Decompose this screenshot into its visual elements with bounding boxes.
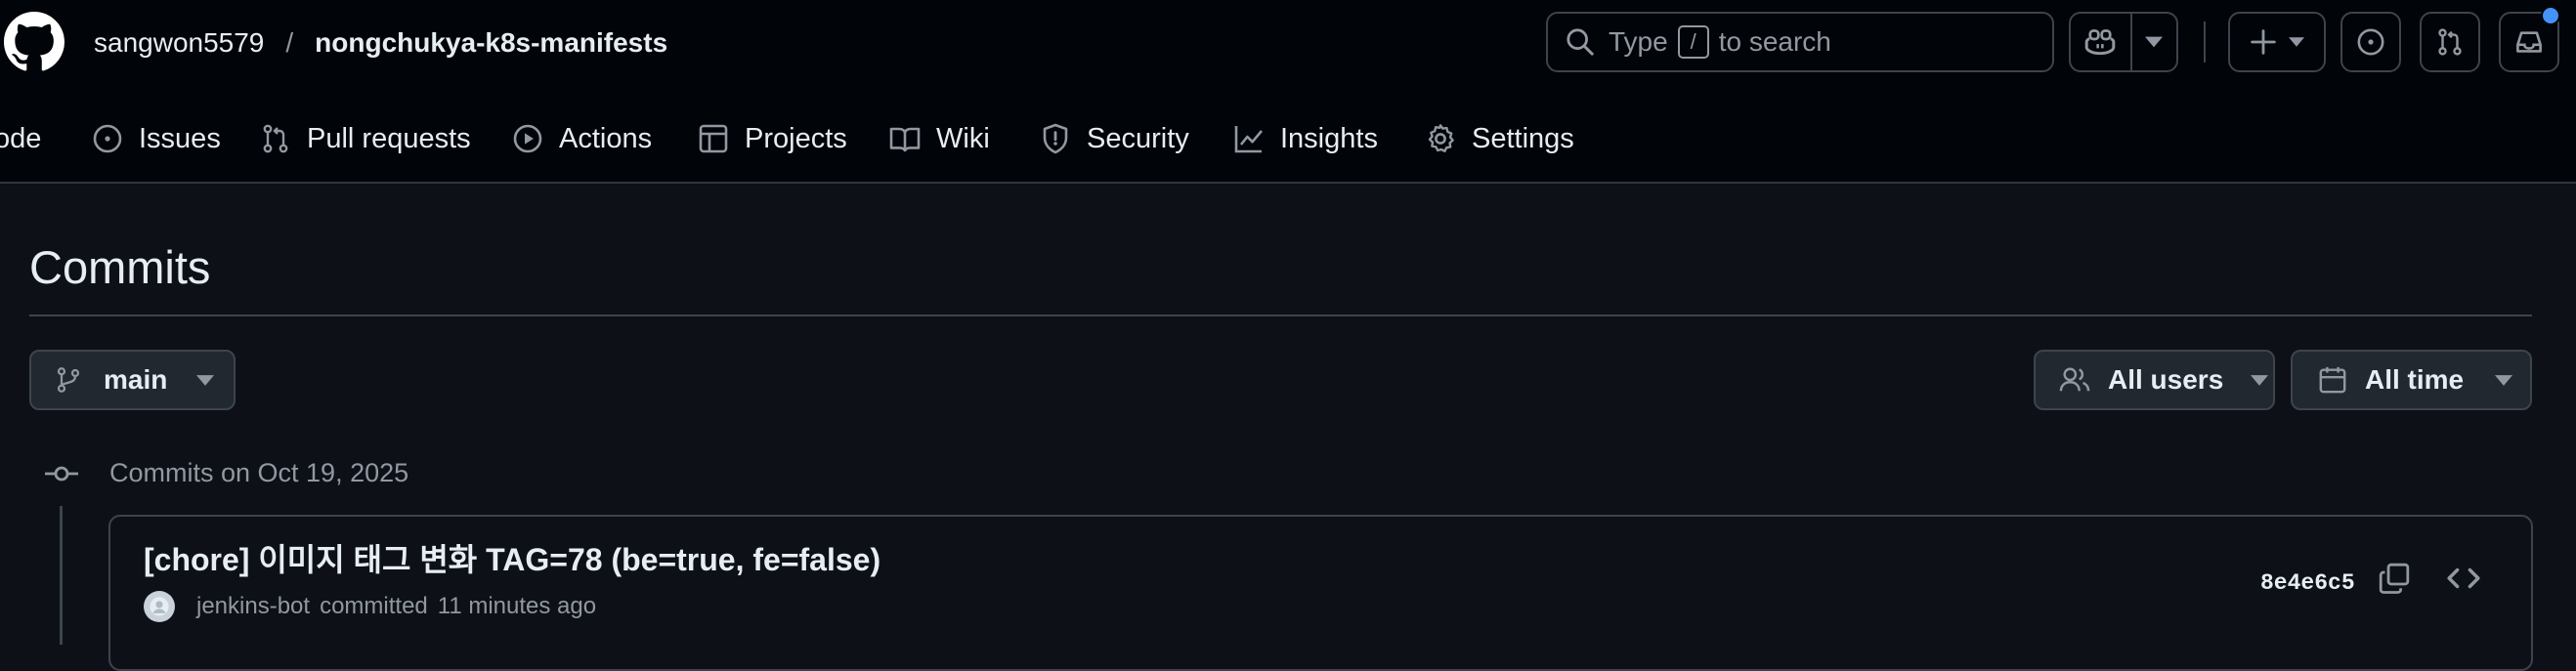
people-icon: [2059, 365, 2090, 395]
tab-pull-requests[interactable]: Pull requests: [260, 115, 471, 162]
repo-link[interactable]: nongchukya-k8s-manifests: [315, 27, 667, 59]
shield-icon: [1040, 123, 1071, 154]
users-filter-label: All users: [2108, 364, 2224, 395]
tab-settings[interactable]: Settings: [1425, 115, 1574, 162]
commit-icon: [45, 461, 78, 486]
header-divider: [2204, 21, 2206, 63]
git-branch-icon: [55, 366, 82, 394]
tab-code[interactable]: ode: [0, 115, 41, 162]
chevron-down-icon: [2495, 374, 2513, 386]
breadcrumb: sangwon5579 / nongchukya-k8s-manifests: [94, 21, 667, 64]
tab-label: ode: [0, 122, 42, 154]
graph-icon: [1233, 123, 1265, 154]
tab-label: Security: [1087, 122, 1189, 154]
github-logo-icon[interactable]: [4, 12, 64, 72]
search-shortcut-key: /: [1677, 25, 1709, 59]
pull-request-icon: [260, 123, 291, 154]
time-filter-label: All time: [2365, 364, 2465, 395]
repo-header: sangwon5579 / nongchukya-k8s-manifests T…: [0, 0, 2576, 184]
breadcrumb-separator: /: [285, 27, 294, 58]
commit-author[interactable]: jenkins-bot: [196, 593, 310, 620]
inbox-icon: [2514, 27, 2544, 57]
search-placeholder-suffix: to search: [1718, 26, 1831, 57]
calendar-icon: [2318, 365, 2347, 395]
commit-meta: jenkins-bot committed 11 minutes ago: [144, 587, 596, 626]
copy-icon[interactable]: [2378, 562, 2411, 595]
table-icon: [698, 123, 729, 154]
branch-name: main: [104, 364, 168, 395]
commit-message[interactable]: [chore] 이미지 태그 변화 TAG=78 (be=true, fe=fa…: [144, 538, 880, 581]
play-icon: [512, 123, 543, 154]
chevron-down-icon: [2251, 374, 2269, 386]
title-divider: [29, 315, 2532, 316]
pull-requests-button[interactable]: [2420, 12, 2480, 72]
commit-list-item: [chore] 이미지 태그 변화 TAG=78 (be=true, fe=fa…: [108, 515, 2533, 671]
issue-icon: [92, 123, 123, 154]
browse-code-icon[interactable]: [2446, 562, 2481, 595]
chevron-down-icon: [196, 374, 215, 386]
tab-label: Projects: [745, 122, 847, 154]
tab-label: Settings: [1472, 122, 1574, 154]
book-icon: [889, 123, 921, 154]
search-input[interactable]: Type / to search: [1546, 12, 2054, 72]
tab-label: Issues: [139, 122, 221, 154]
chevron-down-icon: [2289, 37, 2304, 47]
commit-sha[interactable]: 8e4e6c5: [2260, 567, 2355, 599]
commit-group-heading: Commits on Oct 19, 2025: [109, 458, 409, 487]
gear-icon: [1425, 123, 1456, 154]
notification-dot: [2541, 6, 2560, 25]
chevron-down-icon[interactable]: [2132, 14, 2176, 70]
tab-label: Insights: [1280, 122, 1378, 154]
create-new-button[interactable]: [2228, 12, 2326, 72]
tab-label: Pull requests: [307, 122, 471, 154]
tab-projects[interactable]: Projects: [698, 115, 847, 162]
commit-time: 11 minutes ago: [437, 593, 597, 619]
issue-icon: [2356, 27, 2385, 57]
branch-selector-button[interactable]: main: [29, 350, 236, 410]
search-icon: [1566, 27, 1595, 57]
tab-label: Wiki: [936, 122, 990, 154]
users-filter-button[interactable]: All users: [2034, 350, 2275, 410]
tab-issues[interactable]: Issues: [92, 115, 221, 162]
issues-button[interactable]: [2340, 12, 2401, 72]
timeline-line: [60, 506, 63, 645]
tab-actions[interactable]: Actions: [512, 115, 652, 162]
tab-wiki[interactable]: Wiki: [889, 115, 990, 162]
tab-label: Actions: [559, 122, 653, 154]
tab-security[interactable]: Security: [1040, 115, 1189, 162]
search-placeholder-prefix: Type: [1609, 26, 1668, 57]
page-title: Commits: [29, 241, 211, 293]
plus-icon: [2250, 28, 2277, 56]
copilot-icon[interactable]: [2071, 14, 2130, 70]
time-filter-button[interactable]: All time: [2291, 350, 2532, 410]
avatar[interactable]: [144, 591, 175, 622]
owner-link[interactable]: sangwon5579: [94, 27, 264, 59]
tab-insights[interactable]: Insights: [1233, 115, 1378, 162]
pull-request-icon: [2435, 27, 2465, 57]
commit-action: committed: [320, 593, 428, 619]
copilot-button-group: [2069, 12, 2178, 72]
